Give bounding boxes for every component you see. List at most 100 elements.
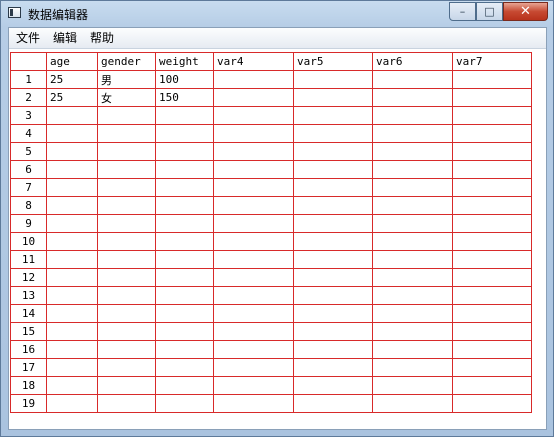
grid-cell[interactable]	[46, 322, 98, 341]
grid-cell[interactable]	[372, 394, 453, 413]
grid-cell[interactable]	[372, 340, 453, 359]
grid-cell[interactable]	[46, 268, 98, 287]
grid-cell[interactable]: 25	[46, 88, 98, 107]
row-number[interactable]: 4	[10, 124, 47, 143]
row-number[interactable]: 16	[10, 340, 47, 359]
grid-cell[interactable]	[97, 268, 156, 287]
grid-cell[interactable]	[293, 106, 373, 125]
grid-cell[interactable]	[155, 340, 214, 359]
grid-cell[interactable]	[372, 196, 453, 215]
grid-cell[interactable]	[452, 322, 532, 341]
grid-cell[interactable]: 女	[97, 88, 156, 107]
grid-cell[interactable]	[372, 142, 453, 161]
grid-cell[interactable]	[213, 250, 294, 269]
grid-cell[interactable]	[452, 304, 532, 323]
menu-file[interactable]: 文件	[10, 28, 46, 48]
row-number[interactable]: 3	[10, 106, 47, 125]
grid-cell[interactable]	[293, 232, 373, 251]
grid-cell[interactable]	[213, 70, 294, 89]
grid-cell[interactable]	[46, 160, 98, 179]
grid-cell[interactable]	[293, 340, 373, 359]
grid-cell[interactable]	[452, 214, 532, 233]
grid-cell[interactable]	[213, 268, 294, 287]
grid-cell[interactable]	[452, 250, 532, 269]
grid-cell[interactable]	[97, 322, 156, 341]
row-number[interactable]: 17	[10, 358, 47, 377]
grid-cell[interactable]	[452, 70, 532, 89]
grid-cell[interactable]	[155, 394, 214, 413]
grid-cell[interactable]	[293, 196, 373, 215]
grid-cell[interactable]	[372, 70, 453, 89]
grid-cell[interactable]	[293, 304, 373, 323]
grid-cell[interactable]	[213, 304, 294, 323]
grid-cell[interactable]	[46, 142, 98, 161]
grid-cell[interactable]	[293, 160, 373, 179]
grid-cell[interactable]	[97, 142, 156, 161]
grid-cell[interactable]	[155, 286, 214, 305]
grid-cell[interactable]	[372, 268, 453, 287]
grid-cell[interactable]	[155, 268, 214, 287]
grid-cell[interactable]	[46, 232, 98, 251]
grid-cell[interactable]	[452, 142, 532, 161]
grid-cell[interactable]	[46, 376, 98, 395]
column-header[interactable]: age	[46, 52, 98, 71]
grid-cell[interactable]	[97, 376, 156, 395]
grid-cell[interactable]	[293, 376, 373, 395]
row-number[interactable]: 6	[10, 160, 47, 179]
grid-cell[interactable]	[97, 214, 156, 233]
grid-cell[interactable]	[452, 124, 532, 143]
grid-cell[interactable]: 150	[155, 88, 214, 107]
grid-cell[interactable]	[452, 340, 532, 359]
row-number[interactable]: 10	[10, 232, 47, 251]
grid-cell[interactable]	[97, 358, 156, 377]
column-header[interactable]: weight	[155, 52, 214, 71]
grid-cell[interactable]	[293, 394, 373, 413]
grid-cell[interactable]	[293, 286, 373, 305]
grid-cell[interactable]	[372, 106, 453, 125]
grid-cell[interactable]	[213, 142, 294, 161]
maximize-button[interactable]: □	[476, 2, 503, 21]
grid-cell[interactable]	[155, 376, 214, 395]
grid-cell[interactable]	[452, 106, 532, 125]
grid-cell[interactable]	[213, 160, 294, 179]
corner-cell[interactable]	[10, 52, 47, 71]
grid-cell[interactable]	[372, 358, 453, 377]
grid-cell[interactable]	[97, 250, 156, 269]
grid-cell[interactable]	[372, 124, 453, 143]
grid-cell[interactable]	[213, 124, 294, 143]
grid-cell[interactable]	[97, 196, 156, 215]
grid-cell[interactable]	[97, 340, 156, 359]
grid-cell[interactable]	[293, 268, 373, 287]
grid-cell[interactable]	[46, 214, 98, 233]
column-header[interactable]: var6	[372, 52, 453, 71]
grid-cell[interactable]	[372, 178, 453, 197]
title-bar[interactable]: 数据编辑器 – □ ✕	[1, 1, 553, 27]
minimize-button[interactable]: –	[449, 2, 476, 21]
grid-cell[interactable]	[293, 142, 373, 161]
grid-cell[interactable]	[293, 88, 373, 107]
grid-cell[interactable]	[452, 196, 532, 215]
grid-cell[interactable]	[372, 304, 453, 323]
row-number[interactable]: 12	[10, 268, 47, 287]
grid-cell[interactable]	[372, 322, 453, 341]
grid-cell[interactable]	[46, 304, 98, 323]
grid-cell[interactable]	[213, 106, 294, 125]
row-number[interactable]: 11	[10, 250, 47, 269]
grid-cell[interactable]	[372, 160, 453, 179]
menu-edit[interactable]: 编辑	[47, 28, 83, 48]
grid-cell[interactable]	[372, 214, 453, 233]
grid-cell[interactable]	[213, 376, 294, 395]
grid-cell[interactable]	[155, 358, 214, 377]
grid-cell[interactable]	[97, 394, 156, 413]
grid-cell[interactable]	[372, 232, 453, 251]
grid-cell[interactable]	[97, 124, 156, 143]
row-number[interactable]: 2	[10, 88, 47, 107]
grid-cell[interactable]	[155, 178, 214, 197]
grid-cell[interactable]	[452, 358, 532, 377]
grid-cell[interactable]	[293, 124, 373, 143]
grid-cell[interactable]	[213, 196, 294, 215]
grid-cell[interactable]	[46, 178, 98, 197]
grid-cell[interactable]	[46, 394, 98, 413]
grid-cell[interactable]	[155, 124, 214, 143]
row-number[interactable]: 9	[10, 214, 47, 233]
